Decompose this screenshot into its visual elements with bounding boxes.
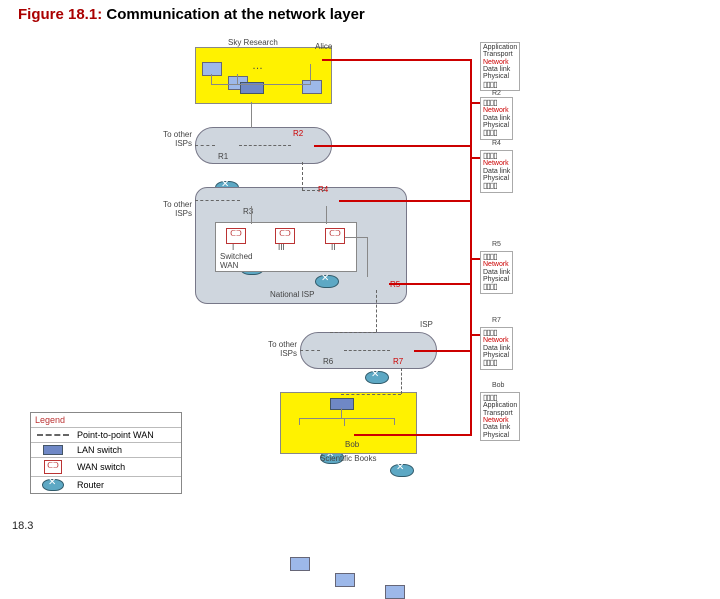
isp-label: ISP	[420, 320, 433, 329]
r7-layers: ▯▯▯▯NetworkData linkPhysical▯▯▯▯	[480, 327, 513, 370]
legend-row-p2p: Point-to-point WAN	[31, 427, 181, 442]
r4-layers: ▯▯▯▯NetworkData linkPhysical▯▯▯▯	[480, 150, 513, 193]
diagram-stage: Sky Research Alice … To other ISPs R1 R2…	[120, 42, 700, 527]
to-other-isps-label: To other ISPs	[160, 200, 192, 218]
legend-row-lan: LAN switch	[31, 442, 181, 457]
alice-layers: ApplicationTransport NetworkData linkPhy…	[480, 42, 520, 91]
host-icon	[385, 585, 405, 599]
network-path-line	[470, 60, 472, 435]
national-isp-label: National ISP	[270, 290, 314, 299]
r5-layers: ▯▯▯▯NetworkData linkPhysical▯▯▯▯	[480, 251, 513, 294]
switched-wan-label: Switched WAN	[220, 252, 252, 270]
alice-label: Alice	[315, 42, 332, 51]
r2-label: R2	[293, 129, 303, 138]
r7-label: R7	[393, 357, 403, 366]
scientific-books-label: Scientific Books	[320, 454, 376, 463]
r1-label: R1	[218, 152, 228, 161]
wan-switch-icon	[275, 228, 295, 244]
wan-switch-icon	[325, 228, 345, 244]
host-icon	[202, 62, 222, 76]
legend-header: Legend	[31, 413, 181, 427]
to-other-isps-label: To other ISPs	[265, 340, 297, 358]
r6-label: R6	[323, 357, 333, 366]
legend: Legend Point-to-point WAN LAN switch WAN…	[30, 412, 182, 494]
alice-host-icon	[302, 80, 322, 94]
bob-layers: ▯▯▯▯ ApplicationTransport NetworkData li…	[480, 392, 520, 441]
to-other-isps-label: To other ISPs	[160, 130, 192, 148]
sky-research-label: Sky Research	[228, 38, 278, 47]
legend-row-router: Router	[31, 476, 181, 493]
lan-switch-icon	[330, 398, 354, 410]
wan-switch-icon	[226, 228, 246, 244]
figure-title: Communication at the network layer	[106, 6, 364, 23]
router-icon	[365, 371, 389, 384]
host-icon	[290, 557, 310, 571]
page-number: 18.3	[12, 520, 33, 532]
legend-row-wan: WAN switch	[31, 457, 181, 476]
bob-host-icon	[335, 573, 355, 587]
r2-layers: ▯▯▯▯NetworkData linkPhysical▯▯▯▯	[480, 97, 513, 140]
router-icon	[315, 275, 339, 288]
figure-number: Figure 18.1:	[18, 6, 102, 23]
figure-caption: Figure 18.1: Communication at the networ…	[18, 6, 365, 23]
bob-label: Bob	[345, 440, 359, 449]
router-icon	[390, 464, 414, 477]
